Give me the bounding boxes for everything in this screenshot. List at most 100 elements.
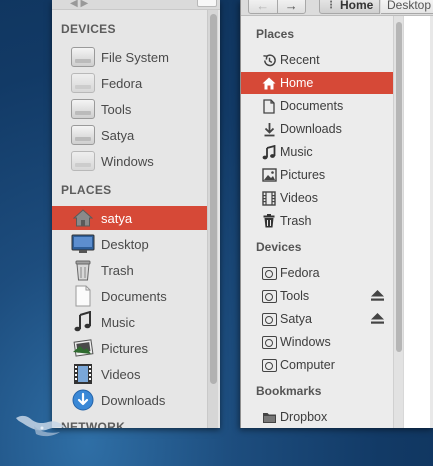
eject-icon[interactable]: [371, 313, 384, 325]
sidebar-item-windows[interactable]: Windows: [52, 149, 207, 173]
sidebar-item-tools[interactable]: Tools: [52, 97, 207, 121]
sidebar-item-label: Tools: [280, 289, 310, 303]
music-icon: [261, 144, 277, 160]
drive-icon: [70, 124, 96, 146]
drive-icon: [261, 334, 277, 350]
sidebar-item-pictures[interactable]: Pictures: [52, 336, 207, 360]
breadcrumb-desktop-label: Desktop: [387, 0, 432, 12]
nav-arrows-icon[interactable]: ◀ ▶: [70, 0, 88, 9]
sidebar-item-computer[interactable]: Computer: [241, 354, 393, 376]
pictures-icon: [261, 167, 277, 183]
sidebar-item-trash[interactable]: Trash: [52, 258, 207, 282]
sidebar-item-fedora[interactable]: Fedora: [241, 262, 393, 284]
file-manager-window-right: ← → ⋮ Home Desktop Places Recent Home Do…: [240, 0, 433, 428]
drive-icon: [70, 72, 96, 94]
folder-icon: [261, 409, 277, 425]
sidebar-item-home[interactable]: Home: [241, 72, 393, 94]
home-icon: [70, 207, 96, 229]
sidebar-item-tools[interactable]: Tools: [241, 285, 393, 307]
home-icon: [261, 75, 277, 91]
recent-icon: [261, 52, 277, 68]
sidebar-item-music[interactable]: Music: [241, 141, 393, 163]
sidebar-item-downloads[interactable]: Downloads: [241, 118, 393, 140]
desktop-logo-icon: [16, 415, 66, 437]
breadcrumb-home[interactable]: ⋮ Home: [319, 0, 381, 14]
section-header-devices: DEVICES: [61, 22, 116, 36]
section-header-devices: Devices: [256, 240, 302, 254]
sidebar-item-documents[interactable]: Documents: [241, 95, 393, 117]
sidebar-item-satya[interactable]: Satya: [241, 308, 393, 330]
right-scrollbar[interactable]: [393, 16, 403, 428]
sidebar-item-recent[interactable]: Recent: [241, 49, 393, 71]
sidebar-item-label: Documents: [280, 99, 344, 113]
drive-icon: [261, 288, 277, 304]
breadcrumb-home-label: Home: [340, 0, 374, 12]
file-manager-window-left: ◀ ▶ DEVICES File System Fedora Tools Sat…: [52, 0, 220, 428]
sidebar-item-label: Home: [280, 76, 314, 90]
sidebar-item-documents[interactable]: Documents: [52, 284, 207, 308]
scrollbar-thumb[interactable]: [210, 14, 217, 384]
sidebar-item-label: satya: [101, 210, 133, 226]
sidebar-item-windows[interactable]: Windows: [241, 331, 393, 353]
sidebar-item-label: Fedora: [101, 75, 143, 91]
nav-button-group: ← →: [248, 0, 306, 14]
sidebar-item-music[interactable]: Music: [52, 310, 207, 334]
sidebar-item-label: Pictures: [101, 340, 148, 356]
desktop-icon: [70, 233, 96, 255]
sidebar-item-downloads[interactable]: Downloads: [52, 388, 207, 412]
sidebar-item-label: Trash: [280, 214, 312, 228]
sidebar-item-file-system[interactable]: File System: [52, 45, 207, 69]
sidebar-item-trash[interactable]: Trash: [241, 210, 393, 232]
sidebar-item-label: Documents: [101, 288, 167, 304]
left-sidebar: DEVICES File System Fedora Tools Satya W…: [52, 10, 207, 428]
sidebar-item-label: Fedora: [280, 266, 320, 280]
videos-icon: [70, 363, 96, 385]
music-icon: [70, 311, 96, 333]
sidebar-item-satya-drive[interactable]: Satya: [52, 123, 207, 147]
drive-icon: [70, 46, 96, 68]
sidebar-item-label: Pictures: [280, 168, 326, 182]
sidebar-item-fedora[interactable]: Fedora: [52, 71, 207, 95]
sidebar-item-label: Computer: [280, 358, 335, 372]
sidebar-item-label: Tools: [101, 101, 132, 117]
left-scrollbar[interactable]: [207, 10, 218, 428]
document-icon: [261, 98, 277, 114]
sidebar-item-label: Trash: [101, 262, 134, 278]
sidebar-item-label: Recent: [280, 53, 320, 67]
eject-icon[interactable]: [371, 290, 384, 302]
sidebar-item-label: Downloads: [280, 122, 342, 136]
sidebar-item-videos[interactable]: Videos: [241, 187, 393, 209]
sidebar-item-dropbox[interactable]: Dropbox: [241, 406, 393, 428]
drive-icon: [261, 265, 277, 281]
sidebar-item-label: Videos: [280, 191, 318, 205]
sidebar-item-desktop[interactable]: Desktop: [52, 232, 207, 256]
right-toolbar: ← → ⋮ Home Desktop: [241, 0, 433, 16]
sidebar-item-label: Dropbox: [280, 410, 328, 424]
drive-icon: [261, 311, 277, 327]
sidebar-item-videos[interactable]: Videos: [52, 362, 207, 386]
sidebar-item-label: Music: [280, 145, 313, 159]
sidebar-item-label: Desktop: [101, 236, 149, 252]
sidebar-item-label: Videos: [101, 366, 141, 382]
location-bar[interactable]: [197, 0, 217, 7]
grip-icon: ⋮: [326, 0, 336, 11]
sidebar-item-label: Windows: [101, 153, 154, 169]
breadcrumb-desktop[interactable]: Desktop: [381, 0, 433, 14]
right-sidebar: Places Recent Home Documents Downloads M…: [241, 16, 393, 428]
drive-icon: [261, 357, 277, 373]
scrollbar-thumb[interactable]: [396, 22, 402, 352]
section-header-places: Places: [256, 27, 295, 41]
downloads-icon: [261, 121, 277, 137]
section-header-bookmarks: Bookmarks: [256, 384, 322, 398]
forward-arrow-icon[interactable]: →: [276, 0, 306, 13]
sidebar-item-label: File System: [101, 49, 169, 65]
file-view[interactable]: [403, 16, 433, 428]
sidebar-item-home[interactable]: satya: [52, 206, 207, 230]
pictures-icon: [70, 337, 96, 359]
drive-icon: [70, 150, 96, 172]
sidebar-item-label: Satya: [280, 312, 312, 326]
back-arrow-icon[interactable]: ←: [249, 0, 277, 13]
sidebar-item-pictures[interactable]: Pictures: [241, 164, 393, 186]
trash-icon: [261, 213, 277, 229]
drive-icon: [70, 98, 96, 120]
